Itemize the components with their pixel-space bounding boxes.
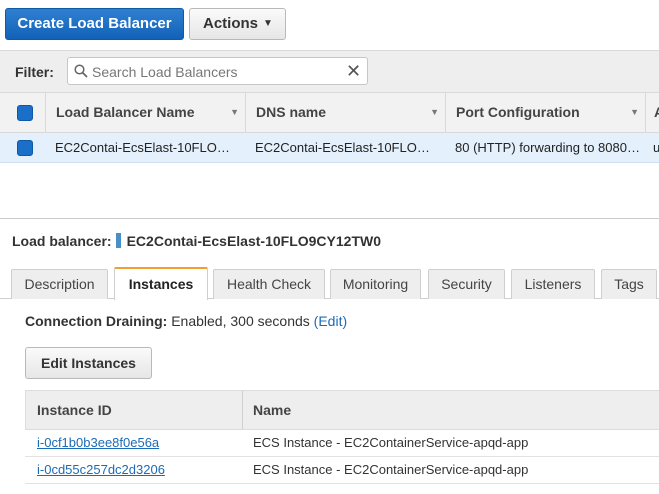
instance-id-link[interactable]: i-0cf1b0b3ee8f0e56a: [37, 430, 159, 456]
sort-caret-icon: ▼: [230, 107, 239, 117]
instance-name: ECS Instance - EC2ContainerService-apqd-…: [253, 462, 529, 477]
actions-dropdown-button[interactable]: Actions ▼: [189, 8, 286, 40]
column-label: A: [654, 104, 659, 120]
table-row[interactable]: EC2Contai-EcsElast-10FLO… EC2Contai-EcsE…: [0, 133, 659, 163]
panel-divider[interactable]: [0, 218, 659, 219]
search-icon: [74, 64, 88, 78]
search-input[interactable]: [92, 62, 332, 81]
tab-tags[interactable]: Tags: [601, 269, 657, 299]
sort-caret-icon: ▼: [430, 107, 439, 117]
actions-label: Actions: [203, 15, 259, 32]
load-balancer-table-header: Load Balancer Name ▼ DNS name ▼ Port Con…: [0, 92, 659, 133]
tab-listeners[interactable]: Listeners: [511, 269, 595, 299]
search-box[interactable]: ✕: [67, 57, 368, 85]
tab-description[interactable]: Description: [11, 269, 108, 299]
edit-instances-button[interactable]: Edit Instances: [25, 347, 152, 379]
detail-label: Load balancer:: [12, 233, 112, 249]
instance-id-link[interactable]: i-0cd55c257dc2d3206: [37, 457, 165, 483]
row-port-cell: 80 (HTTP) forwarding to 8080…: [455, 140, 640, 155]
chevron-down-icon: ▼: [263, 18, 273, 29]
tab-monitoring[interactable]: Monitoring: [330, 269, 421, 299]
table-row: i-0cd55c257dc2d3206 ECS Instance - EC2Co…: [25, 457, 659, 484]
column-label: DNS name: [256, 104, 327, 120]
toolbar: Create Load Balancer Actions ▼: [0, 0, 659, 50]
detail-tabs: Description Instances Health Check Monit…: [0, 267, 659, 300]
tab-health-check[interactable]: Health Check: [213, 269, 325, 299]
column-header-instance-id[interactable]: Instance ID: [37, 391, 242, 429]
tab-security[interactable]: Security: [428, 269, 505, 299]
select-all-checkbox[interactable]: [17, 105, 33, 121]
column-header-name[interactable]: Load Balancer Name ▼: [45, 93, 245, 132]
row-dns-cell: EC2Contai-EcsElast-10FLO…: [255, 140, 430, 155]
filter-bar: Filter: ✕: [0, 50, 659, 92]
detail-title: Load balancer: EC2Contai-EcsElast-10FLO9C…: [12, 233, 381, 249]
connection-draining: Connection Draining: Enabled, 300 second…: [25, 313, 347, 329]
column-header-instance-name[interactable]: Name: [242, 391, 658, 429]
table-row: i-0cf1b0b3ee8f0e56a ECS Instance - EC2Co…: [25, 430, 659, 457]
draining-value: Enabled, 300 seconds: [171, 313, 310, 329]
row-extra-cell: u: [653, 140, 659, 155]
column-header-more[interactable]: A: [645, 93, 659, 132]
edit-draining-link[interactable]: (Edit): [314, 313, 347, 329]
row-checkbox[interactable]: [17, 140, 33, 156]
column-label: Load Balancer Name: [56, 104, 195, 120]
row-name-cell: EC2Contai-EcsElast-10FLO…: [55, 140, 230, 155]
instances-table-header: Instance ID Name: [25, 390, 659, 430]
clear-search-icon[interactable]: ✕: [346, 61, 361, 82]
filter-label: Filter:: [15, 64, 54, 80]
column-header-port[interactable]: Port Configuration ▼: [445, 93, 645, 132]
create-load-balancer-button[interactable]: Create Load Balancer: [5, 8, 184, 40]
draining-label: Connection Draining:: [25, 313, 168, 329]
instance-name: ECS Instance - EC2ContainerService-apqd-…: [253, 435, 529, 450]
detail-balancer-name: EC2Contai-EcsElast-10FLO9CY12TW0: [126, 233, 381, 249]
column-label: Port Configuration: [456, 104, 580, 120]
accent-bar: [115, 233, 121, 248]
column-header-dns[interactable]: DNS name ▼: [245, 93, 445, 132]
tab-instances[interactable]: Instances: [114, 267, 208, 300]
sort-caret-icon: ▼: [630, 107, 639, 117]
